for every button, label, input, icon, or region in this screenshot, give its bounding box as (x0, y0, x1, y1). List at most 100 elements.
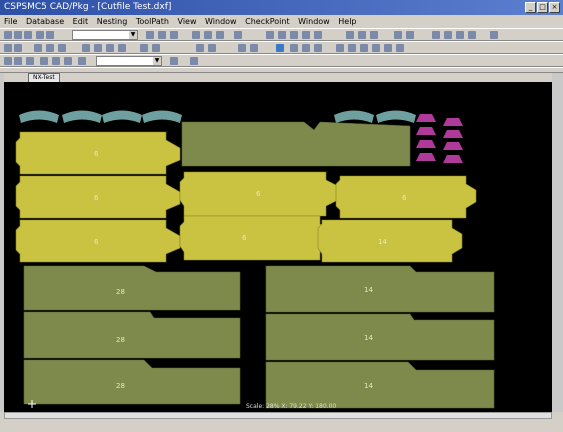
tool-icon[interactable] (26, 57, 34, 65)
tool-icon[interactable] (36, 31, 44, 39)
tool-icon[interactable] (4, 57, 12, 65)
title-bar: CSPSMC5 CAD/Pkg - [Cutfile Test.dxf] _ □… (0, 0, 563, 15)
tool-icon[interactable] (266, 31, 274, 39)
nesting-canvas[interactable]: 6 6 6 6 6 6 14 28 28 28 14 14 14 (4, 82, 552, 412)
tool-icon[interactable] (406, 31, 414, 39)
tool-icon[interactable] (46, 31, 54, 39)
horizontal-scrollbar[interactable] (4, 412, 552, 419)
menu-edit[interactable]: Edit (73, 17, 89, 26)
tool-icon[interactable] (276, 44, 284, 52)
tool-icon[interactable] (118, 44, 126, 52)
tool-icon[interactable] (152, 44, 160, 52)
menu-nesting[interactable]: Nesting (97, 17, 128, 26)
tool-icon[interactable] (302, 44, 310, 52)
toolbar-1: ▼ (0, 28, 563, 41)
piece-label: 14 (364, 334, 373, 342)
piece-label: 14 (364, 382, 373, 390)
menu-file[interactable]: File (4, 17, 17, 26)
tool-icon[interactable] (94, 44, 102, 52)
small-pieces (416, 114, 463, 163)
piece-label: 14 (378, 238, 387, 246)
menu-database[interactable]: Database (26, 17, 64, 26)
tool-icon[interactable] (196, 44, 204, 52)
piece-label: 28 (116, 288, 125, 296)
piece-label: 6 (94, 194, 99, 202)
tool-icon[interactable] (46, 44, 54, 52)
olive-piece-d (265, 265, 495, 313)
piece-label: 6 (242, 234, 247, 242)
tool-icon[interactable] (370, 31, 378, 39)
piece-label: 6 (256, 190, 261, 198)
tool-icon[interactable] (314, 31, 322, 39)
tool-icon[interactable] (234, 31, 242, 39)
olive-piece-b (23, 311, 241, 359)
tool-icon[interactable] (336, 44, 344, 52)
tool-icon[interactable] (40, 57, 48, 65)
menu-view[interactable]: View (178, 17, 197, 26)
tool-icon[interactable] (14, 57, 22, 65)
tool-icon[interactable] (278, 31, 286, 39)
tool-icon[interactable] (396, 44, 404, 52)
tool-icon[interactable] (216, 31, 224, 39)
tool-icon[interactable] (360, 44, 368, 52)
tool-icon[interactable] (444, 31, 452, 39)
tool-icon[interactable] (140, 44, 148, 52)
close-button[interactable]: × (549, 2, 560, 13)
tool-icon[interactable] (290, 44, 298, 52)
status-bar: Scale: 28% X: 79.22 Y: 180.00 (0, 403, 563, 432)
tool-icon[interactable] (64, 57, 72, 65)
tool-icon[interactable] (384, 44, 392, 52)
tool-icon[interactable] (358, 31, 366, 39)
olive-piece-top (181, 121, 411, 167)
tool-icon[interactable] (14, 44, 22, 52)
tool-icon[interactable] (4, 44, 12, 52)
tool-icon[interactable] (238, 44, 246, 52)
olive-piece-a (23, 265, 241, 311)
arc-pieces-left (19, 110, 182, 123)
tool-icon[interactable] (52, 57, 60, 65)
tool-icon[interactable] (250, 44, 258, 52)
tool-icon[interactable] (490, 31, 498, 39)
maximize-button[interactable]: □ (537, 2, 548, 13)
tool-icon[interactable] (4, 31, 12, 39)
tool-icon[interactable] (78, 57, 86, 65)
tool-icon[interactable] (24, 31, 32, 39)
menu-window-2[interactable]: Window (298, 17, 330, 26)
toolbar-3: ▼ (0, 54, 563, 67)
tool-icon[interactable] (190, 57, 198, 65)
tool-icon[interactable] (372, 44, 380, 52)
menu-help[interactable]: Help (338, 17, 356, 26)
document-tab-bar: NX-Test (4, 73, 552, 83)
tool-icon[interactable] (302, 31, 310, 39)
menu-toolpath[interactable]: ToolPath (136, 17, 169, 26)
tool-icon[interactable] (208, 44, 216, 52)
piece-label: 6 (94, 238, 99, 246)
view-combo[interactable]: ▼ (96, 56, 162, 66)
tool-icon[interactable] (456, 31, 464, 39)
tool-icon[interactable] (170, 57, 178, 65)
tool-icon[interactable] (394, 31, 402, 39)
tool-icon[interactable] (314, 44, 322, 52)
arc-pieces-right (334, 110, 416, 123)
tool-icon[interactable] (158, 31, 166, 39)
toolbar-2 (0, 41, 563, 54)
piece-label: 6 (402, 194, 407, 202)
tool-icon[interactable] (146, 31, 154, 39)
tool-icon[interactable] (192, 31, 200, 39)
menu-checkpoint[interactable]: CheckPoint (245, 17, 289, 26)
tool-icon[interactable] (348, 44, 356, 52)
tool-icon[interactable] (432, 31, 440, 39)
tool-icon[interactable] (346, 31, 354, 39)
menu-window[interactable]: Window (205, 17, 237, 26)
minimize-button[interactable]: _ (525, 2, 536, 13)
tool-icon[interactable] (34, 44, 42, 52)
tool-icon[interactable] (82, 44, 90, 52)
tool-icon[interactable] (204, 31, 212, 39)
tool-icon[interactable] (468, 31, 476, 39)
tool-icon[interactable] (14, 31, 22, 39)
tool-icon[interactable] (106, 44, 114, 52)
tool-icon[interactable] (58, 44, 66, 52)
tool-icon[interactable] (170, 31, 178, 39)
layer-combo[interactable]: ▼ (72, 30, 138, 40)
tool-icon[interactable] (290, 31, 298, 39)
